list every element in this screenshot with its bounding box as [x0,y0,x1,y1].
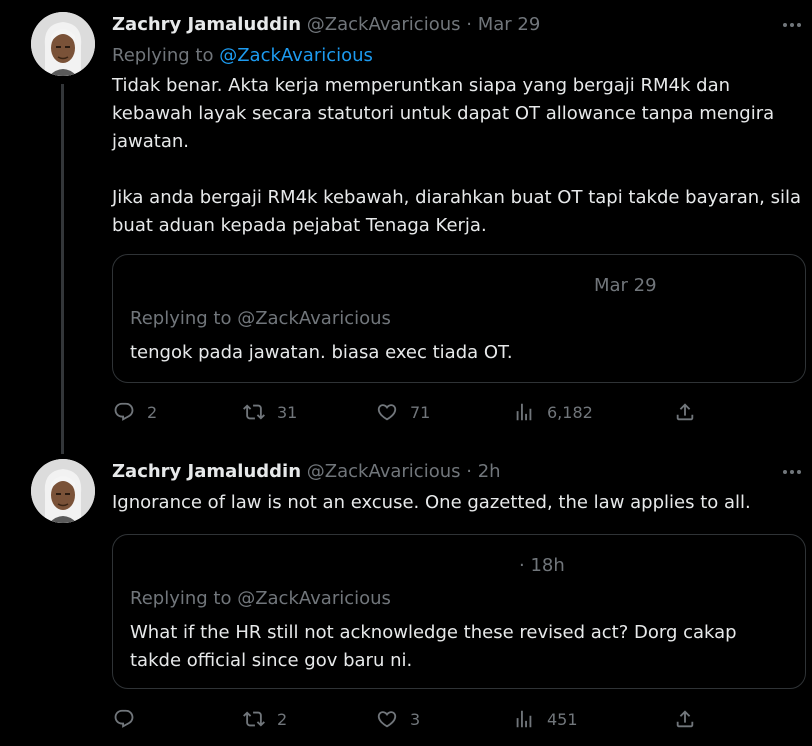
action-bar: 2 3 451 [0,705,812,733]
like-count: 3 [410,709,421,729]
author-name[interactable]: Zachry Jamaluddin [112,461,301,482]
retweet-count: 2 [277,709,288,729]
tweet-paragraph: Jika anda bergaji RM4k kebawah, diarahka… [112,187,801,236]
tweet-time[interactable]: Mar 29 [478,14,541,35]
more-icon[interactable] [780,15,804,35]
reply-icon [114,402,134,421]
views-count: 6,182 [547,402,593,422]
tweet-1[interactable]: Zachry Jamaluddin @ZackAvaricious · Mar … [0,0,812,454]
retweet-button[interactable]: 31 [243,398,297,426]
avatar[interactable] [31,12,95,76]
quote-text: tengok pada jawatan. biasa exec tiada OT… [130,342,513,363]
tweet-header: Zachry Jamaluddin @ZackAvaricious · Mar … [112,13,540,37]
quote-replying-to: Replying to @ZackAvaricious [130,588,391,609]
reply-button[interactable] [113,705,147,733]
tweet-text: Tidak benar. Akta kerja memperuntkan sia… [112,72,802,240]
avatar-image [31,12,95,76]
tweet-time[interactable]: 2h [478,461,501,482]
quote-time[interactable]: Mar 29 [594,274,657,298]
reply-button[interactable]: 2 [113,398,157,426]
tweet-paragraph: Ignorance of law is not an excuse. One g… [112,492,751,513]
views-button[interactable]: 451 [513,705,578,733]
tweet-paragraph: Tidak benar. Akta kerja memperuntkan sia… [112,75,775,152]
like-count: 71 [410,402,431,422]
share-icon [676,403,694,421]
share-button[interactable] [674,398,696,426]
reply-icon [114,709,134,728]
tweet-header: Zachry Jamaluddin @ZackAvaricious · 2h [112,460,501,484]
quote-time[interactable]: · 18h [519,554,565,578]
views-icon [516,710,532,728]
separator-dot: · [466,461,472,482]
views-count: 451 [547,709,578,729]
like-button[interactable]: 71 [376,398,430,426]
replying-handle-link[interactable]: @ZackAvaricious [219,45,373,66]
action-bar: 2 31 71 6,182 [0,398,812,426]
replying-to: Replying to @ZackAvaricious [112,44,373,68]
retweet-icon [243,711,265,727]
like-button[interactable]: 3 [376,705,420,733]
avatar[interactable] [31,459,95,523]
reply-count: 2 [147,402,158,422]
quoted-tweet[interactable]: Mar 29 Replying to @ZackAvaricious tengo… [112,254,806,383]
author-handle[interactable]: @ZackAvaricious [307,14,461,35]
views-icon [516,403,532,421]
share-button[interactable] [674,705,696,733]
retweet-button[interactable]: 2 [243,705,287,733]
like-icon [377,404,397,421]
views-button[interactable]: 6,182 [513,398,593,426]
quote-replying-to: Replying to @ZackAvaricious [130,308,391,329]
avatar-image [31,459,95,523]
more-icon[interactable] [780,462,804,482]
retweet-count: 31 [277,402,298,422]
share-icon [676,710,694,728]
tweet-2[interactable]: Zachry Jamaluddin @ZackAvaricious · 2h I… [0,446,812,746]
quote-text: What if the HR still not acknowledge the… [130,622,737,671]
author-handle[interactable]: @ZackAvaricious [307,461,461,482]
separator-dot: · [466,14,472,35]
like-icon [377,711,397,728]
retweet-icon [243,404,265,420]
quoted-tweet[interactable]: · 18h Replying to @ZackAvaricious What i… [112,534,806,689]
author-name[interactable]: Zachry Jamaluddin [112,14,301,35]
replying-prefix: Replying to [112,45,220,66]
tweet-text: Ignorance of law is not an excuse. One g… [112,489,802,517]
